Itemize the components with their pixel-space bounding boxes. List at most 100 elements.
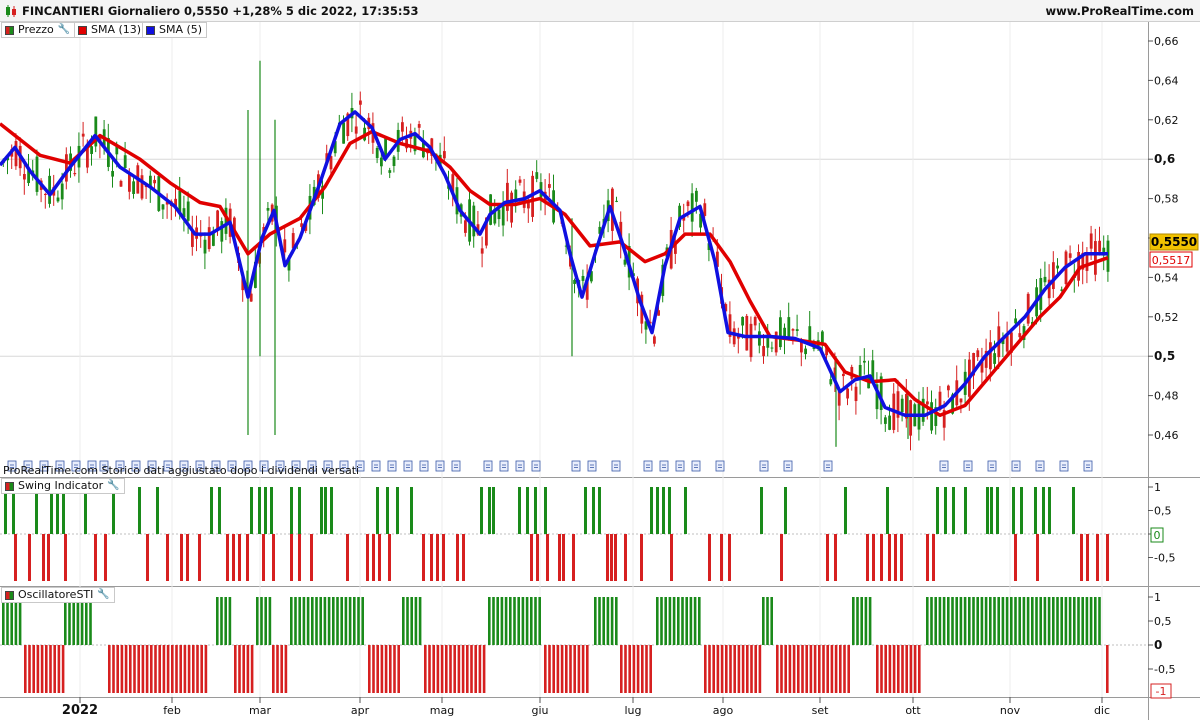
swing-bar-down (94, 534, 97, 581)
swing-bar-up (480, 487, 483, 534)
sti-bar-down (280, 645, 283, 693)
candle-body (506, 182, 509, 211)
dividend-icon (1059, 460, 1069, 472)
swing-bar-up (50, 487, 53, 534)
wrench-icon[interactable]: 🔧 (58, 23, 70, 37)
sti-tick-label: 0,5 (1154, 615, 1172, 628)
sti-bar-up (68, 597, 71, 645)
sti-legend[interactable]: OscillatoreSTI 🔧 (1, 587, 115, 603)
swing-bar-up (258, 487, 261, 534)
sti-bar-up (770, 597, 773, 645)
wrench-icon[interactable]: 🔧 (107, 479, 119, 493)
swing-bar-down (720, 534, 723, 581)
wrench-icon[interactable]: 🔧 (97, 588, 109, 602)
sti-bar-down (1106, 645, 1109, 693)
dividend-icon (823, 460, 833, 472)
sti-bar-up (517, 597, 520, 645)
swing-tick-label: 1 (1154, 481, 1161, 494)
candle-body (732, 328, 736, 345)
price-tick-label: 0,64 (1154, 74, 1179, 87)
sti-bar-down (124, 645, 128, 693)
swing-bar-up (264, 487, 267, 534)
swing-legend[interactable]: Swing Indicator 🔧 (1, 478, 125, 494)
swing-bar-down (610, 534, 613, 581)
sti-bar-up (606, 597, 610, 645)
sma5-legend[interactable]: SMA (5) (142, 22, 208, 38)
sti-bar-down (552, 645, 555, 693)
site-link[interactable]: www.ProRealTime.com (1045, 4, 1194, 18)
swing-bar-down (272, 534, 275, 581)
candle-body (854, 386, 858, 402)
candle-body (1068, 253, 1072, 258)
candle-body (1056, 265, 1059, 269)
sti-bar-up (685, 597, 688, 645)
swing-legend-label: Swing Indicator (18, 479, 104, 492)
sti-bar-up (1073, 597, 1076, 645)
dividend-icon (403, 460, 413, 472)
swing-bar-down (900, 534, 903, 581)
swing-bar-down (28, 534, 31, 581)
sti-bar-up (615, 597, 618, 645)
sti-bar-down (544, 645, 547, 693)
sti-bar-up (290, 597, 293, 645)
sti-bar-up (926, 597, 929, 645)
sti-bar-down (839, 645, 842, 693)
candle-body (220, 221, 224, 242)
swing-bar-up (4, 487, 7, 534)
chart-area[interactable]: 0,660,640,620,60,580,560,540,520,50,480,… (0, 22, 1200, 720)
candle-body (35, 156, 39, 192)
sti-bar-down (776, 645, 779, 693)
sti-bar-up (968, 597, 971, 645)
swing-bar-up (592, 487, 595, 534)
candle-body (497, 209, 501, 220)
candle-body (354, 126, 358, 134)
dividend-icon (759, 460, 769, 472)
sti-bar-down (45, 645, 48, 693)
swing-bar-down (442, 534, 445, 581)
sti-bar-down (645, 645, 648, 693)
sma13-legend[interactable]: SMA (13) (74, 22, 147, 38)
swing-bar-up (330, 487, 333, 534)
swing-bar-up (56, 487, 59, 534)
date-tick-label: feb (163, 704, 181, 717)
swing-bar-down (47, 534, 50, 581)
sti-bar-up (997, 597, 1000, 645)
sti-bar-down (150, 645, 153, 693)
sti-bar-down (750, 645, 753, 693)
sti-bar-down (179, 645, 182, 693)
sti-bar-up (306, 597, 310, 645)
candle-body (930, 402, 933, 431)
sti-bar-down (372, 645, 375, 693)
candle-body (762, 346, 765, 357)
candle-body (686, 201, 690, 207)
candle-body (266, 208, 270, 211)
candle-body (1018, 333, 1022, 338)
swing-bar-down (232, 534, 235, 581)
candle-body (909, 400, 912, 436)
dividend-icon (483, 460, 493, 472)
sti-bar-down (905, 645, 908, 693)
swing-bar-down (894, 534, 897, 581)
swing-bar-up (650, 487, 653, 534)
price-legend-label[interactable]: Prezzo (18, 23, 54, 37)
sti-bar-up (336, 597, 339, 645)
candle-body (186, 201, 190, 221)
swing-bar-down (572, 534, 575, 581)
sti-bar-up (664, 597, 667, 645)
sti-bar-down (901, 645, 904, 693)
candle-body (1094, 241, 1097, 275)
main-legend: Prezzo 🔧 (1, 22, 76, 38)
swing-bar-up (218, 487, 221, 534)
swing-current-tag: 0 (1150, 527, 1164, 543)
dividend-icon (987, 460, 997, 472)
sti-bar-up (348, 597, 352, 645)
sti-bar-down (784, 645, 787, 693)
sti-bar-up (947, 597, 950, 645)
candle-body (401, 122, 404, 132)
sti-bar-up (1077, 597, 1080, 645)
last-price-value: 0,5550 (1151, 235, 1197, 249)
candle-body (56, 197, 60, 202)
candle-body (518, 179, 522, 183)
candle-body (90, 146, 93, 154)
sti-bar-down (196, 645, 199, 693)
